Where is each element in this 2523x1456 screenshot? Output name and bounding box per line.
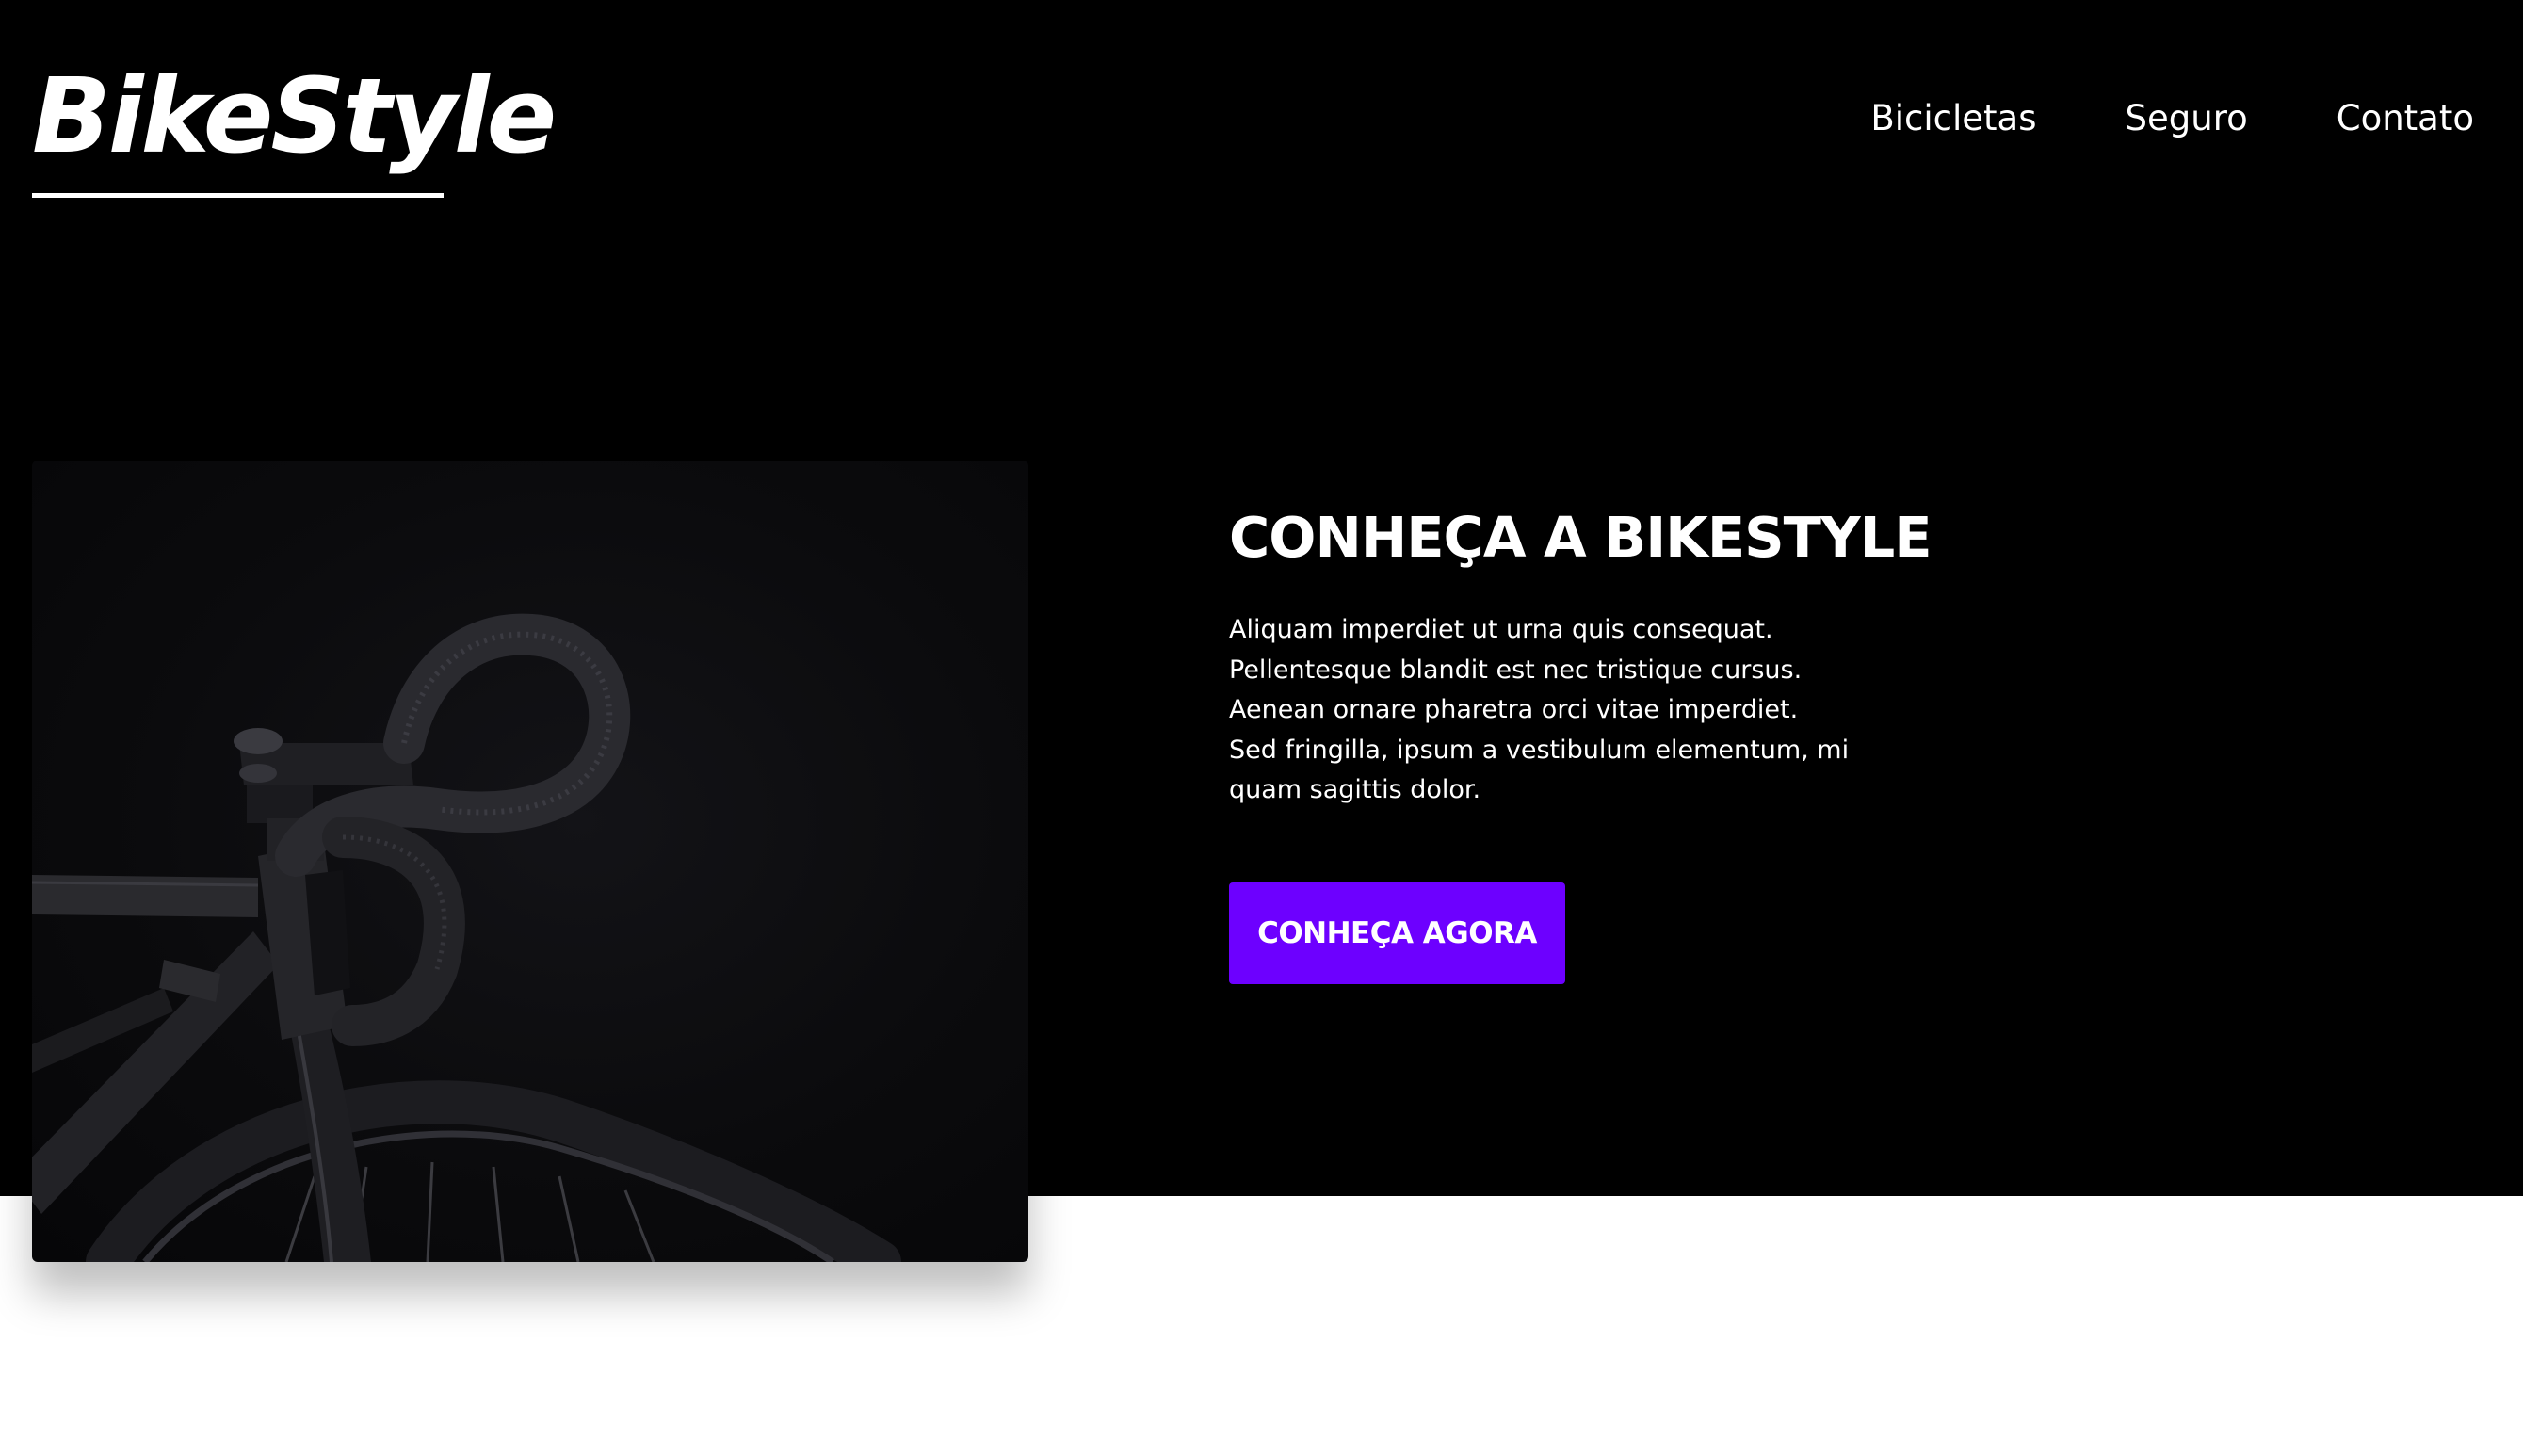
hero-title: CONHEÇA A BIKESTYLE xyxy=(1229,505,1933,570)
hero-description: Aliquam imperdiet ut urna quis consequat… xyxy=(1229,615,1850,805)
bicycle-illustration xyxy=(32,613,901,1262)
brand-logo[interactable]: BikeStyle xyxy=(32,64,557,168)
nav-item-bicicletas: Bicicletas xyxy=(1870,98,2036,139)
nav-link-contato[interactable]: Contato xyxy=(2337,98,2474,138)
nav-link-seguro[interactable]: Seguro xyxy=(2126,98,2248,138)
bicycle-photo xyxy=(32,461,1028,1262)
nav-item-contato: Contato xyxy=(2337,98,2474,139)
logo-underline xyxy=(32,193,444,198)
conheca-agora-button[interactable]: CONHEÇA AGORA xyxy=(1229,882,1565,984)
nav-item-seguro: Seguro xyxy=(2126,98,2248,139)
nav-link-bicicletas[interactable]: Bicicletas xyxy=(1870,98,2036,138)
main-nav: Bicicletas Seguro Contato xyxy=(1870,98,2474,139)
